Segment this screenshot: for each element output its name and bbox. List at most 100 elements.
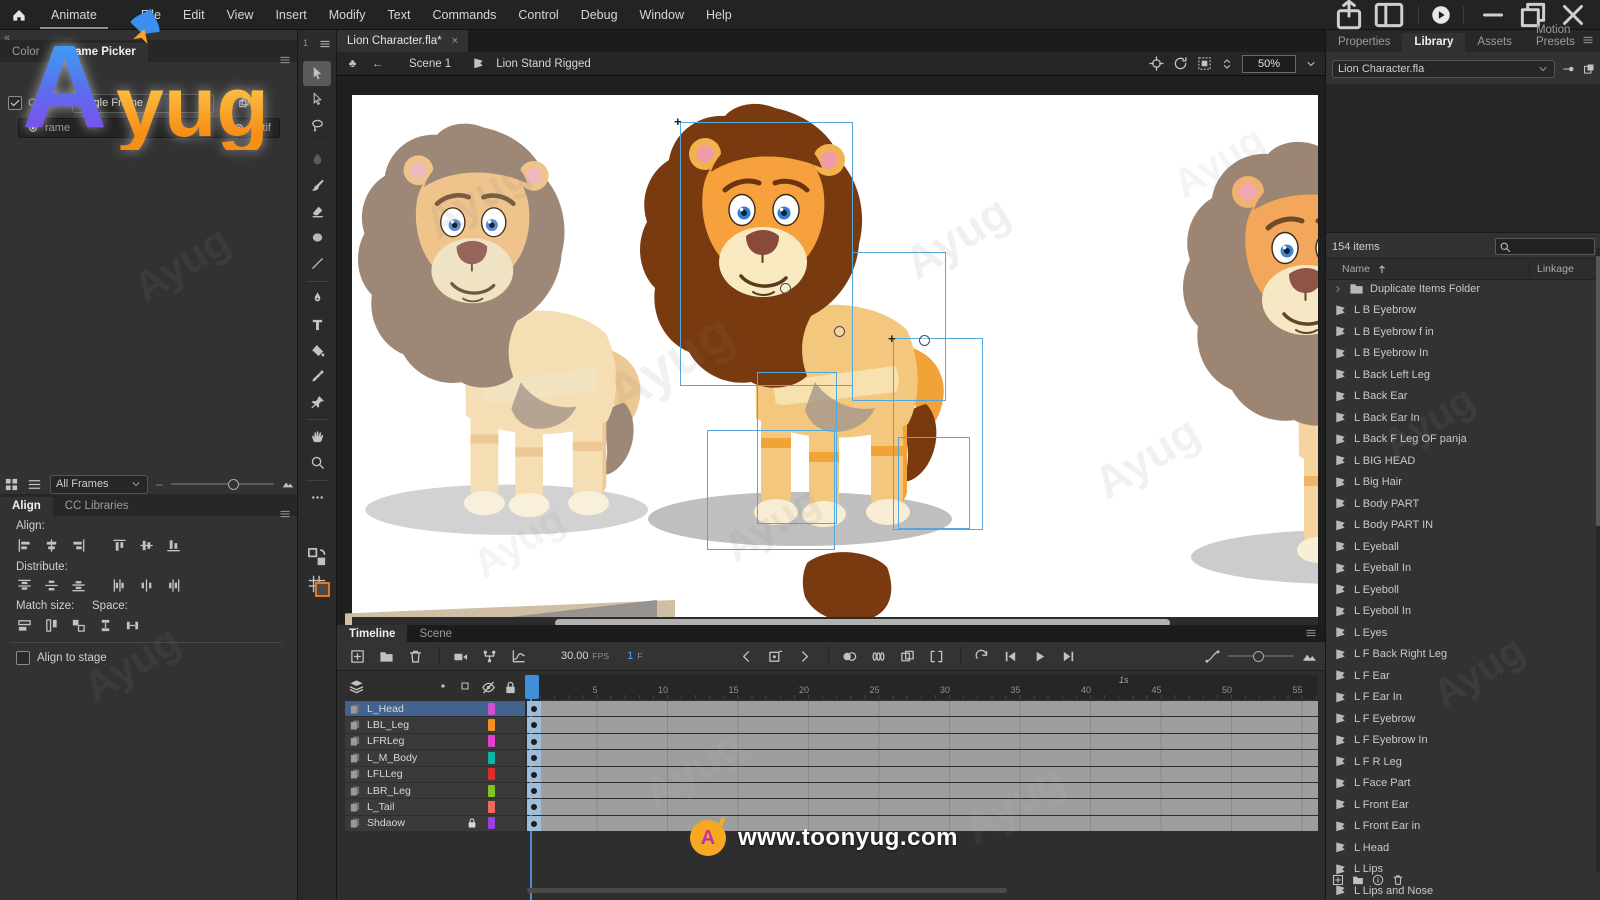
text-tool[interactable] <box>303 312 331 337</box>
stage[interactable] <box>352 95 1318 617</box>
keyframe-cell[interactable] <box>527 816 541 831</box>
library-item[interactable]: L F R Leg <box>1326 751 1596 773</box>
zoom-level-input[interactable]: 50% <box>1242 55 1296 73</box>
library-scrollbar-track[interactable] <box>1596 248 1600 872</box>
frame-ruler[interactable]: 1s 510152025303540455055 <box>527 675 1318 699</box>
document-tab[interactable]: Lion Character.fla* × <box>337 30 468 52</box>
lock-all-layers-icon[interactable] <box>503 680 518 695</box>
workspace-icon[interactable] <box>1372 1 1406 29</box>
duplicate-icon[interactable] <box>238 97 250 109</box>
timeline-layer-row[interactable]: LFRLeg <box>345 734 525 749</box>
library-item[interactable]: L Head <box>1326 837 1596 859</box>
layer-frames-row[interactable] <box>527 717 1318 732</box>
delete-item-button[interactable] <box>1392 874 1404 886</box>
tab-align[interactable]: Align <box>0 497 53 516</box>
library-item[interactable]: L F Ear <box>1326 665 1596 687</box>
timeline-layer-row[interactable]: Shdaow <box>345 816 525 831</box>
graph-size-icon[interactable] <box>1205 649 1220 664</box>
radio-icon[interactable] <box>233 122 245 134</box>
library-item[interactable]: L Back Ear In <box>1326 407 1596 429</box>
library-item[interactable]: L F Back Right Leg <box>1326 644 1596 666</box>
distribute-horizontal-center-button[interactable] <box>136 576 156 594</box>
tab-cc-libraries[interactable]: CC Libraries <box>53 497 141 516</box>
menu-item[interactable]: Animate <box>40 0 108 29</box>
tab-assets[interactable]: Assets <box>1465 33 1524 52</box>
tab-scene[interactable]: Scene <box>407 625 464 642</box>
timeline-layer-row[interactable]: L_Tail <box>345 799 525 814</box>
onion-skin-button[interactable] <box>837 645 861 667</box>
layer-frames-row[interactable] <box>527 767 1318 782</box>
layer-frames-row[interactable] <box>527 701 1318 716</box>
step-forward-button[interactable] <box>1056 645 1080 667</box>
fps-value[interactable]: 30.00 <box>561 650 589 662</box>
align-to-stage-checkbox[interactable] <box>16 651 30 665</box>
selection-tool[interactable] <box>303 61 331 86</box>
timeline-zoom-slider[interactable] <box>1228 655 1294 657</box>
chevron-down-icon[interactable] <box>1305 58 1317 70</box>
tab-color[interactable]: Color <box>0 43 51 62</box>
timeline-layer-row[interactable]: L_Head <box>345 701 525 716</box>
menu-item[interactable]: View <box>216 0 265 29</box>
minimize-button[interactable] <box>1476 1 1510 29</box>
library-item[interactable]: L BIG HEAD <box>1326 450 1596 472</box>
menu-item[interactable]: Help <box>695 0 743 29</box>
new-library-panel-icon[interactable] <box>1583 63 1595 75</box>
menu-item[interactable]: Control <box>507 0 569 29</box>
library-item[interactable]: L Eyeball In <box>1326 558 1596 580</box>
pin-library-icon[interactable] <box>1563 63 1575 75</box>
layers-stack-icon[interactable] <box>349 679 364 694</box>
library-item[interactable]: L Eyeball <box>1326 536 1596 558</box>
column-name[interactable]: Name <box>1342 263 1388 275</box>
transform-point-handle[interactable] <box>780 283 791 294</box>
hand-tool[interactable] <box>303 424 331 449</box>
tab-frame-picker[interactable]: Frame Picker <box>51 43 147 62</box>
library-item[interactable]: L B Eyebrow <box>1326 300 1596 322</box>
library-item[interactable]: L Front Ear in <box>1326 816 1596 838</box>
play-button[interactable] <box>1027 645 1051 667</box>
rotate-stage-icon[interactable] <box>1173 56 1188 71</box>
menu-item[interactable]: File <box>130 0 172 29</box>
library-item[interactable]: L Back Ear <box>1326 386 1596 408</box>
radio-icon[interactable] <box>27 122 39 134</box>
library-item[interactable]: L Back F Leg OF panja <box>1326 429 1596 451</box>
grid-view-icon[interactable] <box>4 477 19 492</box>
timeline-layer-row[interactable]: LFLLeg <box>345 767 525 782</box>
align-top-edge-button[interactable] <box>109 536 129 554</box>
eraser-tool[interactable] <box>303 199 331 224</box>
library-item[interactable]: L Eyes <box>1326 622 1596 644</box>
library-item[interactable]: L Eyeboll In <box>1326 601 1596 623</box>
panel-menu-icon[interactable] <box>279 54 291 66</box>
subselection-tool[interactable] <box>303 87 331 112</box>
keyframe-cell[interactable] <box>527 783 541 798</box>
toolbar-menu-icon[interactable] <box>319 38 331 50</box>
pen-tool[interactable] <box>303 286 331 311</box>
chevron-right-icon[interactable] <box>1333 283 1343 295</box>
distribute-vertical-center-button[interactable] <box>41 576 61 594</box>
swap-colors-icon[interactable] <box>307 547 327 567</box>
eyedropper-tool[interactable] <box>303 364 331 389</box>
insert-keyframe-button[interactable] <box>763 645 787 667</box>
new-symbol-button[interactable] <box>1332 874 1344 886</box>
column-divider[interactable] <box>1529 261 1530 277</box>
keyframe-cell[interactable] <box>527 734 541 749</box>
clip-content-icon[interactable] <box>1197 56 1212 71</box>
outline-square-icon[interactable] <box>459 680 471 692</box>
keyframe-cell[interactable] <box>527 717 541 732</box>
insert-frame-button[interactable] <box>345 645 369 667</box>
library-item[interactable]: L Big Hair <box>1326 472 1596 494</box>
library-item[interactable]: L F Eyebrow <box>1326 708 1596 730</box>
tab-library[interactable]: Library <box>1402 33 1465 52</box>
library-item[interactable]: L F Eyebrow In <box>1326 730 1596 752</box>
line-tool[interactable] <box>303 251 331 276</box>
distribute-bottom-button[interactable] <box>68 576 88 594</box>
timeline-layer-row[interactable]: LBR_Leg <box>345 783 525 798</box>
column-linkage[interactable]: Linkage <box>1537 263 1574 275</box>
link-icon[interactable] <box>220 97 232 109</box>
delete-button[interactable] <box>403 645 427 667</box>
list-view-icon[interactable] <box>27 477 42 492</box>
transform-point-handle[interactable] <box>919 335 930 346</box>
hide-all-layers-icon[interactable] <box>481 680 496 695</box>
panel-menu-icon[interactable] <box>1582 34 1594 46</box>
keyframe-cell[interactable] <box>527 750 541 765</box>
new-folder-button[interactable] <box>374 645 398 667</box>
